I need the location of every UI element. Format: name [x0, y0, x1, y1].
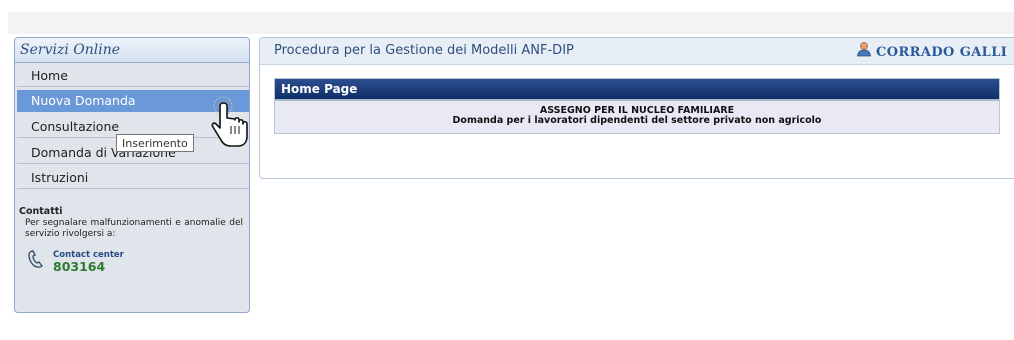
user-name[interactable]: CORRADO GALLI — [876, 45, 1007, 60]
home-page-panel: Home Page ASSEGNO PER IL NUCLEO FAMILIAR… — [274, 78, 1000, 134]
panel-body: ASSEGNO PER IL NUCLEO FAMILIARE Domanda … — [275, 101, 999, 133]
contact-center-number: 803164 — [53, 259, 106, 274]
sidebar-item-istruzioni[interactable]: Istruzioni — [17, 167, 249, 189]
sidebar-title: Servizi Online — [20, 42, 121, 58]
browser-top-bar — [8, 12, 1014, 34]
tooltip: Inserimento — [116, 134, 194, 152]
contacts-title: Contatti — [19, 206, 63, 217]
sidebar: Servizi Online Home Nuova Domanda Consul… — [14, 37, 250, 313]
procedure-title: Procedura per la Gestione dei Modelli AN… — [274, 43, 574, 58]
hand-cursor-icon — [211, 96, 248, 147]
phone-icon — [28, 250, 44, 268]
panel-title: Home Page — [275, 79, 999, 99]
user-icon — [857, 42, 871, 57]
contacts-text: Per segnalare malfunzionamenti e anomali… — [25, 218, 243, 239]
panel-line-2: Domanda per i lavoratori dipendenti del … — [452, 115, 822, 126]
sidebar-item-home[interactable]: Home — [17, 65, 249, 87]
